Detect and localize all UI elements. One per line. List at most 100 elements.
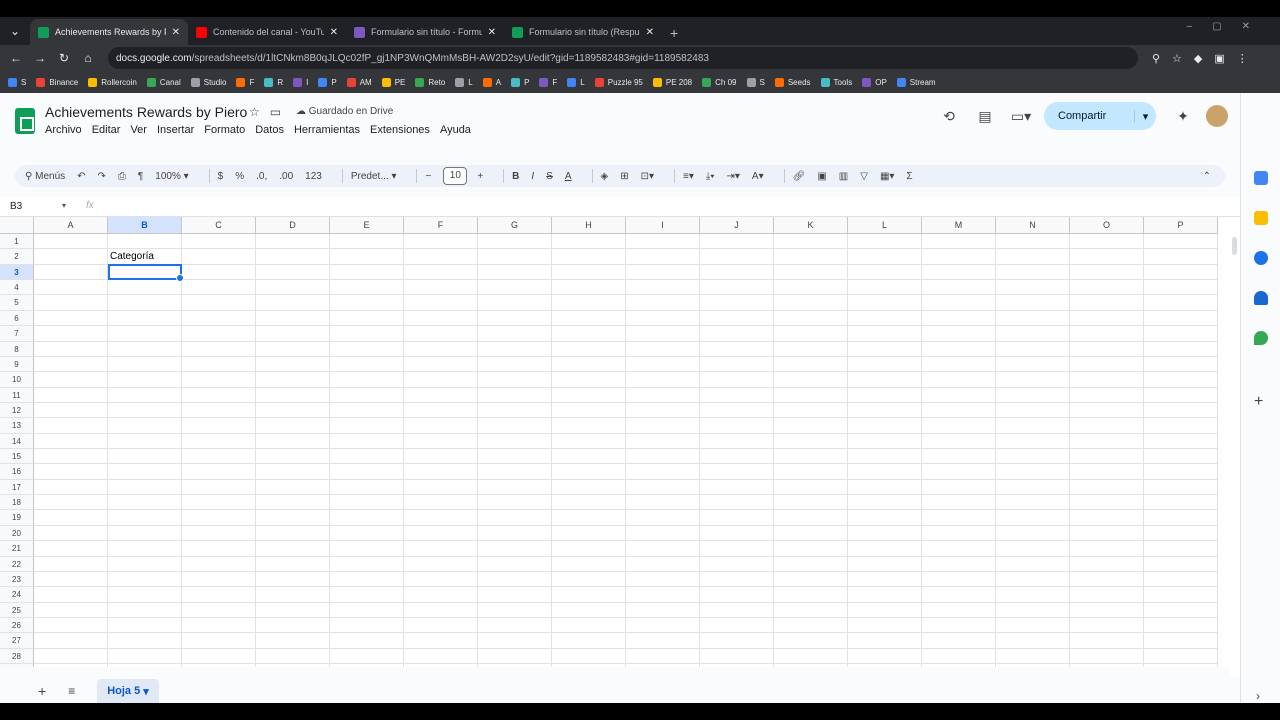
cell-p8[interactable] bbox=[1144, 341, 1218, 357]
cell-a26[interactable] bbox=[34, 617, 108, 634]
row-header[interactable]: 29 bbox=[0, 664, 34, 667]
cell-c11[interactable] bbox=[182, 387, 256, 403]
cell-o14[interactable] bbox=[1070, 433, 1144, 450]
cell-d5[interactable] bbox=[256, 295, 330, 311]
cell-p13[interactable] bbox=[1144, 418, 1218, 434]
cell-d29[interactable] bbox=[256, 664, 330, 667]
cell-i10[interactable] bbox=[626, 372, 700, 388]
cell-k14[interactable] bbox=[774, 433, 848, 450]
cell-j13[interactable] bbox=[700, 418, 774, 434]
cell-n8[interactable] bbox=[996, 341, 1070, 357]
cell-k19[interactable] bbox=[774, 510, 848, 526]
cell-e14[interactable] bbox=[330, 433, 404, 450]
cell-c26[interactable] bbox=[182, 617, 256, 634]
cell-h12[interactable] bbox=[552, 402, 626, 419]
cell-n7[interactable] bbox=[996, 326, 1070, 342]
cell-n11[interactable] bbox=[996, 387, 1070, 403]
bookmark-item[interactable]: Tools bbox=[820, 77, 852, 87]
cell-g12[interactable] bbox=[478, 402, 552, 419]
cell-h22[interactable] bbox=[552, 556, 626, 572]
cell-n24[interactable] bbox=[996, 587, 1070, 603]
cell-j23[interactable] bbox=[700, 571, 774, 588]
row-header[interactable]: 13 bbox=[0, 418, 34, 434]
cell-k27[interactable] bbox=[774, 633, 848, 649]
cell-a6[interactable] bbox=[34, 310, 108, 327]
cell-m9[interactable] bbox=[922, 356, 996, 373]
cell-j16[interactable] bbox=[700, 464, 774, 480]
cell-c3[interactable] bbox=[182, 264, 256, 281]
cell-h27[interactable] bbox=[552, 633, 626, 649]
menu-item-ayuda[interactable]: Ayuda bbox=[440, 124, 471, 136]
tab-search-icon[interactable]: ⌄ bbox=[4, 20, 26, 42]
cell-k3[interactable] bbox=[774, 264, 848, 281]
cell-b12[interactable] bbox=[108, 402, 182, 419]
cell-j27[interactable] bbox=[700, 633, 774, 649]
cell-o13[interactable] bbox=[1070, 418, 1144, 434]
cell-d9[interactable] bbox=[256, 356, 330, 373]
cell-p5[interactable] bbox=[1144, 295, 1218, 311]
cell-h29[interactable] bbox=[552, 664, 626, 667]
cell-e13[interactable] bbox=[330, 418, 404, 434]
cell-p24[interactable] bbox=[1144, 587, 1218, 603]
cell-l19[interactable] bbox=[848, 510, 922, 526]
fill-color-icon[interactable]: ◈ bbox=[601, 171, 609, 182]
font-size-increase-icon[interactable]: + bbox=[477, 171, 483, 182]
cell-n10[interactable] bbox=[996, 372, 1070, 388]
bookmark-item[interactable]: Studio bbox=[190, 77, 226, 87]
row-header[interactable]: 23 bbox=[0, 571, 34, 588]
cell-e8[interactable] bbox=[330, 341, 404, 357]
cell-p11[interactable] bbox=[1144, 387, 1218, 403]
cell-l23[interactable] bbox=[848, 571, 922, 588]
horizontal-align-icon[interactable]: ≡▾ bbox=[683, 171, 694, 182]
cell-b29[interactable] bbox=[108, 664, 182, 667]
cell-a10[interactable] bbox=[34, 372, 108, 388]
cell-j14[interactable] bbox=[700, 433, 774, 450]
cell-j17[interactable] bbox=[700, 479, 774, 496]
cell-d13[interactable] bbox=[256, 418, 330, 434]
cell-g16[interactable] bbox=[478, 464, 552, 480]
menu-item-archivo[interactable]: Archivo bbox=[45, 124, 82, 136]
cell-j22[interactable] bbox=[700, 556, 774, 572]
cell-b19[interactable] bbox=[108, 510, 182, 526]
cell-a17[interactable] bbox=[34, 479, 108, 496]
cell-o24[interactable] bbox=[1070, 587, 1144, 603]
cell-j21[interactable] bbox=[700, 541, 774, 557]
cell-d7[interactable] bbox=[256, 326, 330, 342]
cell-f4[interactable] bbox=[404, 280, 478, 296]
cell-f19[interactable] bbox=[404, 510, 478, 526]
cell-a28[interactable] bbox=[34, 648, 108, 665]
cell-i29[interactable] bbox=[626, 664, 700, 667]
cell-b11[interactable] bbox=[108, 387, 182, 403]
font-size-input[interactable]: 10 bbox=[443, 167, 468, 185]
cell-e12[interactable] bbox=[330, 402, 404, 419]
row-header[interactable]: 27 bbox=[0, 633, 34, 649]
undo-icon[interactable]: ↶ bbox=[77, 171, 85, 182]
cell-h28[interactable] bbox=[552, 648, 626, 665]
cell-g9[interactable] bbox=[478, 356, 552, 373]
menu-item-insertar[interactable]: Insertar bbox=[157, 124, 194, 136]
back-icon[interactable]: ← bbox=[4, 51, 28, 65]
cell-i5[interactable] bbox=[626, 295, 700, 311]
collapse-toolbar-icon[interactable]: ⌃ bbox=[1203, 171, 1211, 182]
bookmark-item[interactable]: P bbox=[511, 77, 529, 87]
cell-k26[interactable] bbox=[774, 617, 848, 634]
cell-o20[interactable] bbox=[1070, 525, 1144, 542]
cell-i9[interactable] bbox=[626, 356, 700, 373]
cell-h16[interactable] bbox=[552, 464, 626, 480]
row-header[interactable]: 7 bbox=[0, 326, 34, 342]
cell-g1[interactable] bbox=[478, 234, 552, 250]
spreadsheet-grid[interactable]: ABCDEFGHIJKLMNOP 1 2 Categoría 3 4 5 6 7 8 9 10 11 1… bbox=[0, 217, 1230, 667]
cell-d23[interactable] bbox=[256, 571, 330, 588]
forward-icon[interactable]: → bbox=[28, 51, 52, 65]
cell-m23[interactable] bbox=[922, 571, 996, 588]
font-select[interactable]: Predet... ▾ bbox=[351, 171, 397, 182]
cell-n6[interactable] bbox=[996, 310, 1070, 327]
cell-h17[interactable] bbox=[552, 479, 626, 496]
cell-k11[interactable] bbox=[774, 387, 848, 403]
cell-m12[interactable] bbox=[922, 402, 996, 419]
row-header[interactable]: 17 bbox=[0, 479, 34, 496]
cell-k16[interactable] bbox=[774, 464, 848, 480]
cell-n22[interactable] bbox=[996, 556, 1070, 572]
cell-a18[interactable] bbox=[34, 495, 108, 511]
address-bar[interactable]: docs.google.com /spreadsheets/d/1ltCNkm8… bbox=[108, 47, 1138, 69]
